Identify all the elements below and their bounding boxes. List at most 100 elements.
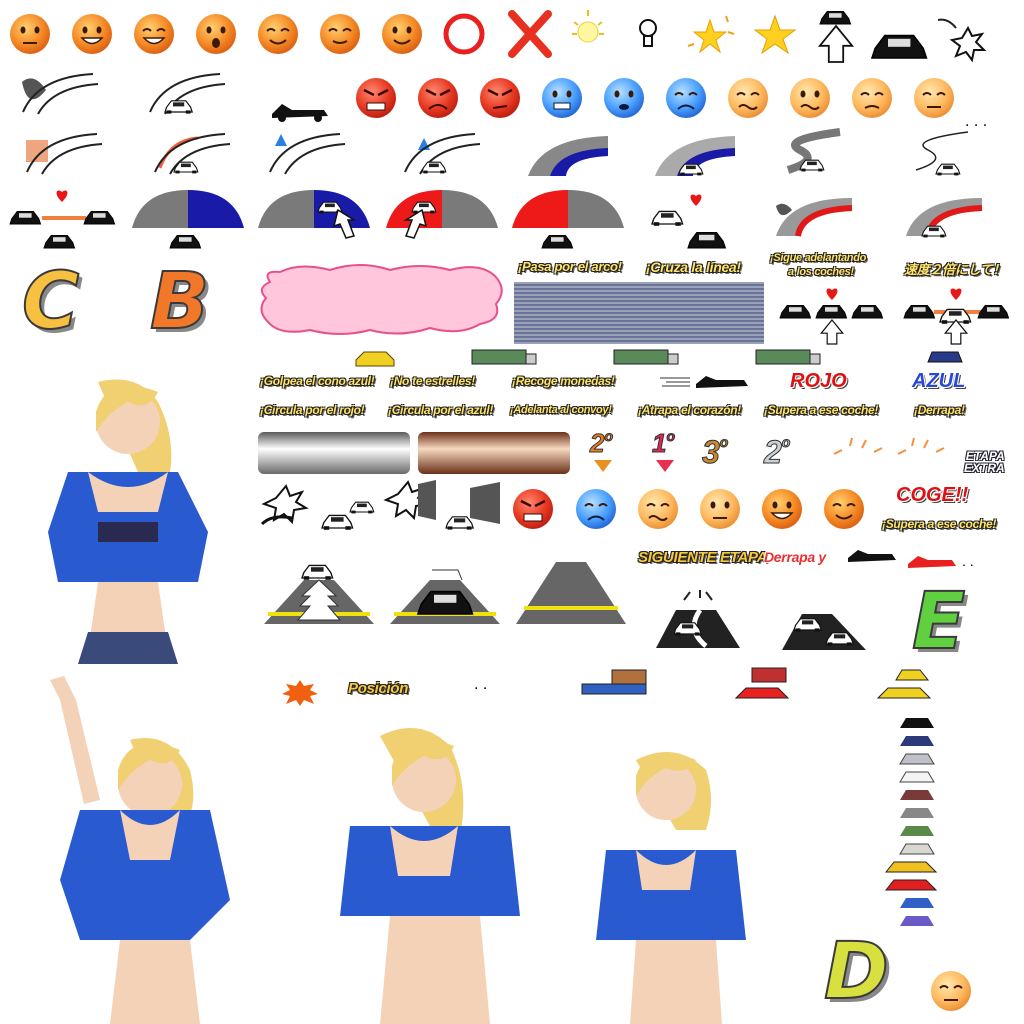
pink-cloud-panel [260, 264, 503, 335]
label-supera-coche: ¡Supera a ese coche! [764, 403, 879, 417]
yellow-car-icon [884, 861, 938, 873]
road-arrows-icon [264, 564, 374, 624]
white-car-icon [899, 771, 935, 783]
position-number: 3 [702, 434, 721, 471]
character-cheering [50, 676, 230, 1024]
road-red-curve-car-icon [906, 198, 983, 238]
cars-heart-link-icon [9, 190, 116, 249]
sprite-sheet: { "sheet": {"title": "Race HUD sprite sh… [0, 0, 1024, 1024]
position-suffix: o [604, 428, 614, 445]
label-sigue-adelantando-1: ¡Sigue adelantando [770, 252, 867, 264]
label-azul: AZUL [912, 370, 966, 392]
label-etapa-extra: ETAPA EXTRA [964, 450, 1005, 474]
road-winding-car-icon [915, 131, 969, 176]
truck-icon [613, 349, 679, 365]
angry-face-icon [356, 78, 396, 118]
character-worried [340, 728, 520, 1024]
red-sports-car-icon [734, 687, 790, 699]
truck-icon [581, 669, 647, 695]
road-cone-car-icon [404, 133, 481, 175]
label-speed-double: 速度２倍にして！ [904, 263, 1006, 278]
position-2nd: 2o [589, 428, 614, 459]
sad-face-icon [542, 78, 582, 118]
position-number: 1 [651, 428, 667, 459]
grade-d: D [823, 927, 890, 1017]
grade-c: C [21, 257, 80, 347]
label-circula-rojo: ¡Circula por el rojo! [260, 403, 365, 417]
road-red-curve-icon [776, 198, 853, 237]
character-portrait [48, 379, 208, 664]
brown-car-icon [900, 790, 934, 800]
car-heart-icon [651, 194, 726, 249]
grade-b: B [149, 257, 210, 347]
track-gray-blue-icon [132, 190, 244, 249]
road-empty-icon [516, 562, 626, 624]
worried-face-icon [790, 78, 830, 118]
truck-icon [755, 349, 821, 365]
label-supera-coche-2: ¡Supera a ese coche! [882, 517, 997, 531]
neutral-face-icon [914, 78, 954, 118]
gray-car-icon [900, 808, 934, 818]
blue-car-icon [900, 898, 934, 908]
neutral-face-icon [10, 14, 50, 54]
lightbulb-icon [639, 19, 657, 47]
purple-car-icon [900, 916, 934, 926]
label-circula-azul: ¡Circula por el azul! [388, 403, 494, 417]
car-front-icon [871, 34, 928, 59]
road-cone-icon [269, 133, 346, 175]
grade-e: E [911, 577, 966, 667]
road-winding-icon [786, 128, 841, 174]
sad-face-icon [666, 78, 706, 118]
position-1st: 1o [651, 428, 676, 459]
track-red-gray-icon [512, 190, 624, 249]
neutral-face-icon [700, 489, 740, 529]
car-icon [445, 516, 474, 531]
burst-icon [282, 680, 318, 706]
burst-icon [937, 18, 987, 63]
car-icon [321, 514, 354, 531]
position-number: 2 [764, 434, 783, 471]
triangle-down-icon [656, 460, 674, 472]
track-red-arrow-icon [386, 190, 498, 239]
night-road-cars-icon [782, 614, 866, 650]
truck-icon [471, 349, 537, 365]
cars-arrow-group-icon [779, 288, 884, 345]
happy-face-icon [134, 14, 174, 54]
label-cruza-linea: ¡Cruza la línea! [646, 259, 741, 275]
position-suffix: o [719, 434, 729, 451]
lightbulb-on-icon [572, 10, 604, 43]
black-car-icon [900, 718, 934, 728]
red-race-car-icon [908, 556, 956, 568]
road-crash-icon [26, 133, 103, 175]
dots-text: . . [962, 553, 974, 569]
worried-face-icon [728, 78, 768, 118]
label-atrapa-corazon: ¡Atrapa el corazón! [638, 403, 741, 417]
label-coge: COGE!! [896, 484, 969, 506]
label-adelanta-convoy: ¡Adelanta al convoy! [510, 404, 612, 416]
suv-icon [927, 351, 963, 363]
position-suffix: o [666, 428, 676, 445]
sparkle-stars-icon [687, 15, 735, 54]
label-sigue-adelantando-2: a los coches! [788, 266, 854, 278]
sprite-canvas: . . . . . [9, 10, 1010, 1024]
label-posicion: Posición [348, 680, 409, 697]
road-smoke-icon [22, 73, 99, 115]
position-2nd-silver: 2o [764, 434, 791, 471]
crash-road-icon [260, 484, 309, 526]
road-car-icon [149, 73, 226, 115]
taxi-icon [355, 351, 395, 367]
sparkle-lines-icon [833, 437, 945, 455]
bronze-bar [418, 432, 570, 474]
road-blue-lane-car-icon [655, 136, 735, 176]
car-arrow-up-icon [818, 10, 854, 63]
label-recoge-monedas: ¡Recoge monedas! [512, 374, 615, 388]
silver-car-icon [899, 843, 935, 855]
label-golpea-cono: ¡Golpea el cono azul! [260, 374, 375, 388]
label-derrapa-y: Derrapa y [764, 549, 826, 565]
crash-wall-icon [383, 480, 436, 521]
surprised-face-icon [196, 14, 236, 54]
dots-text: . . . [965, 113, 987, 130]
road-blue-lane-icon [528, 136, 608, 176]
label-pasa-arco: ¡Pasa por el arco! [518, 259, 622, 274]
cars-link-group-icon [903, 288, 1010, 345]
